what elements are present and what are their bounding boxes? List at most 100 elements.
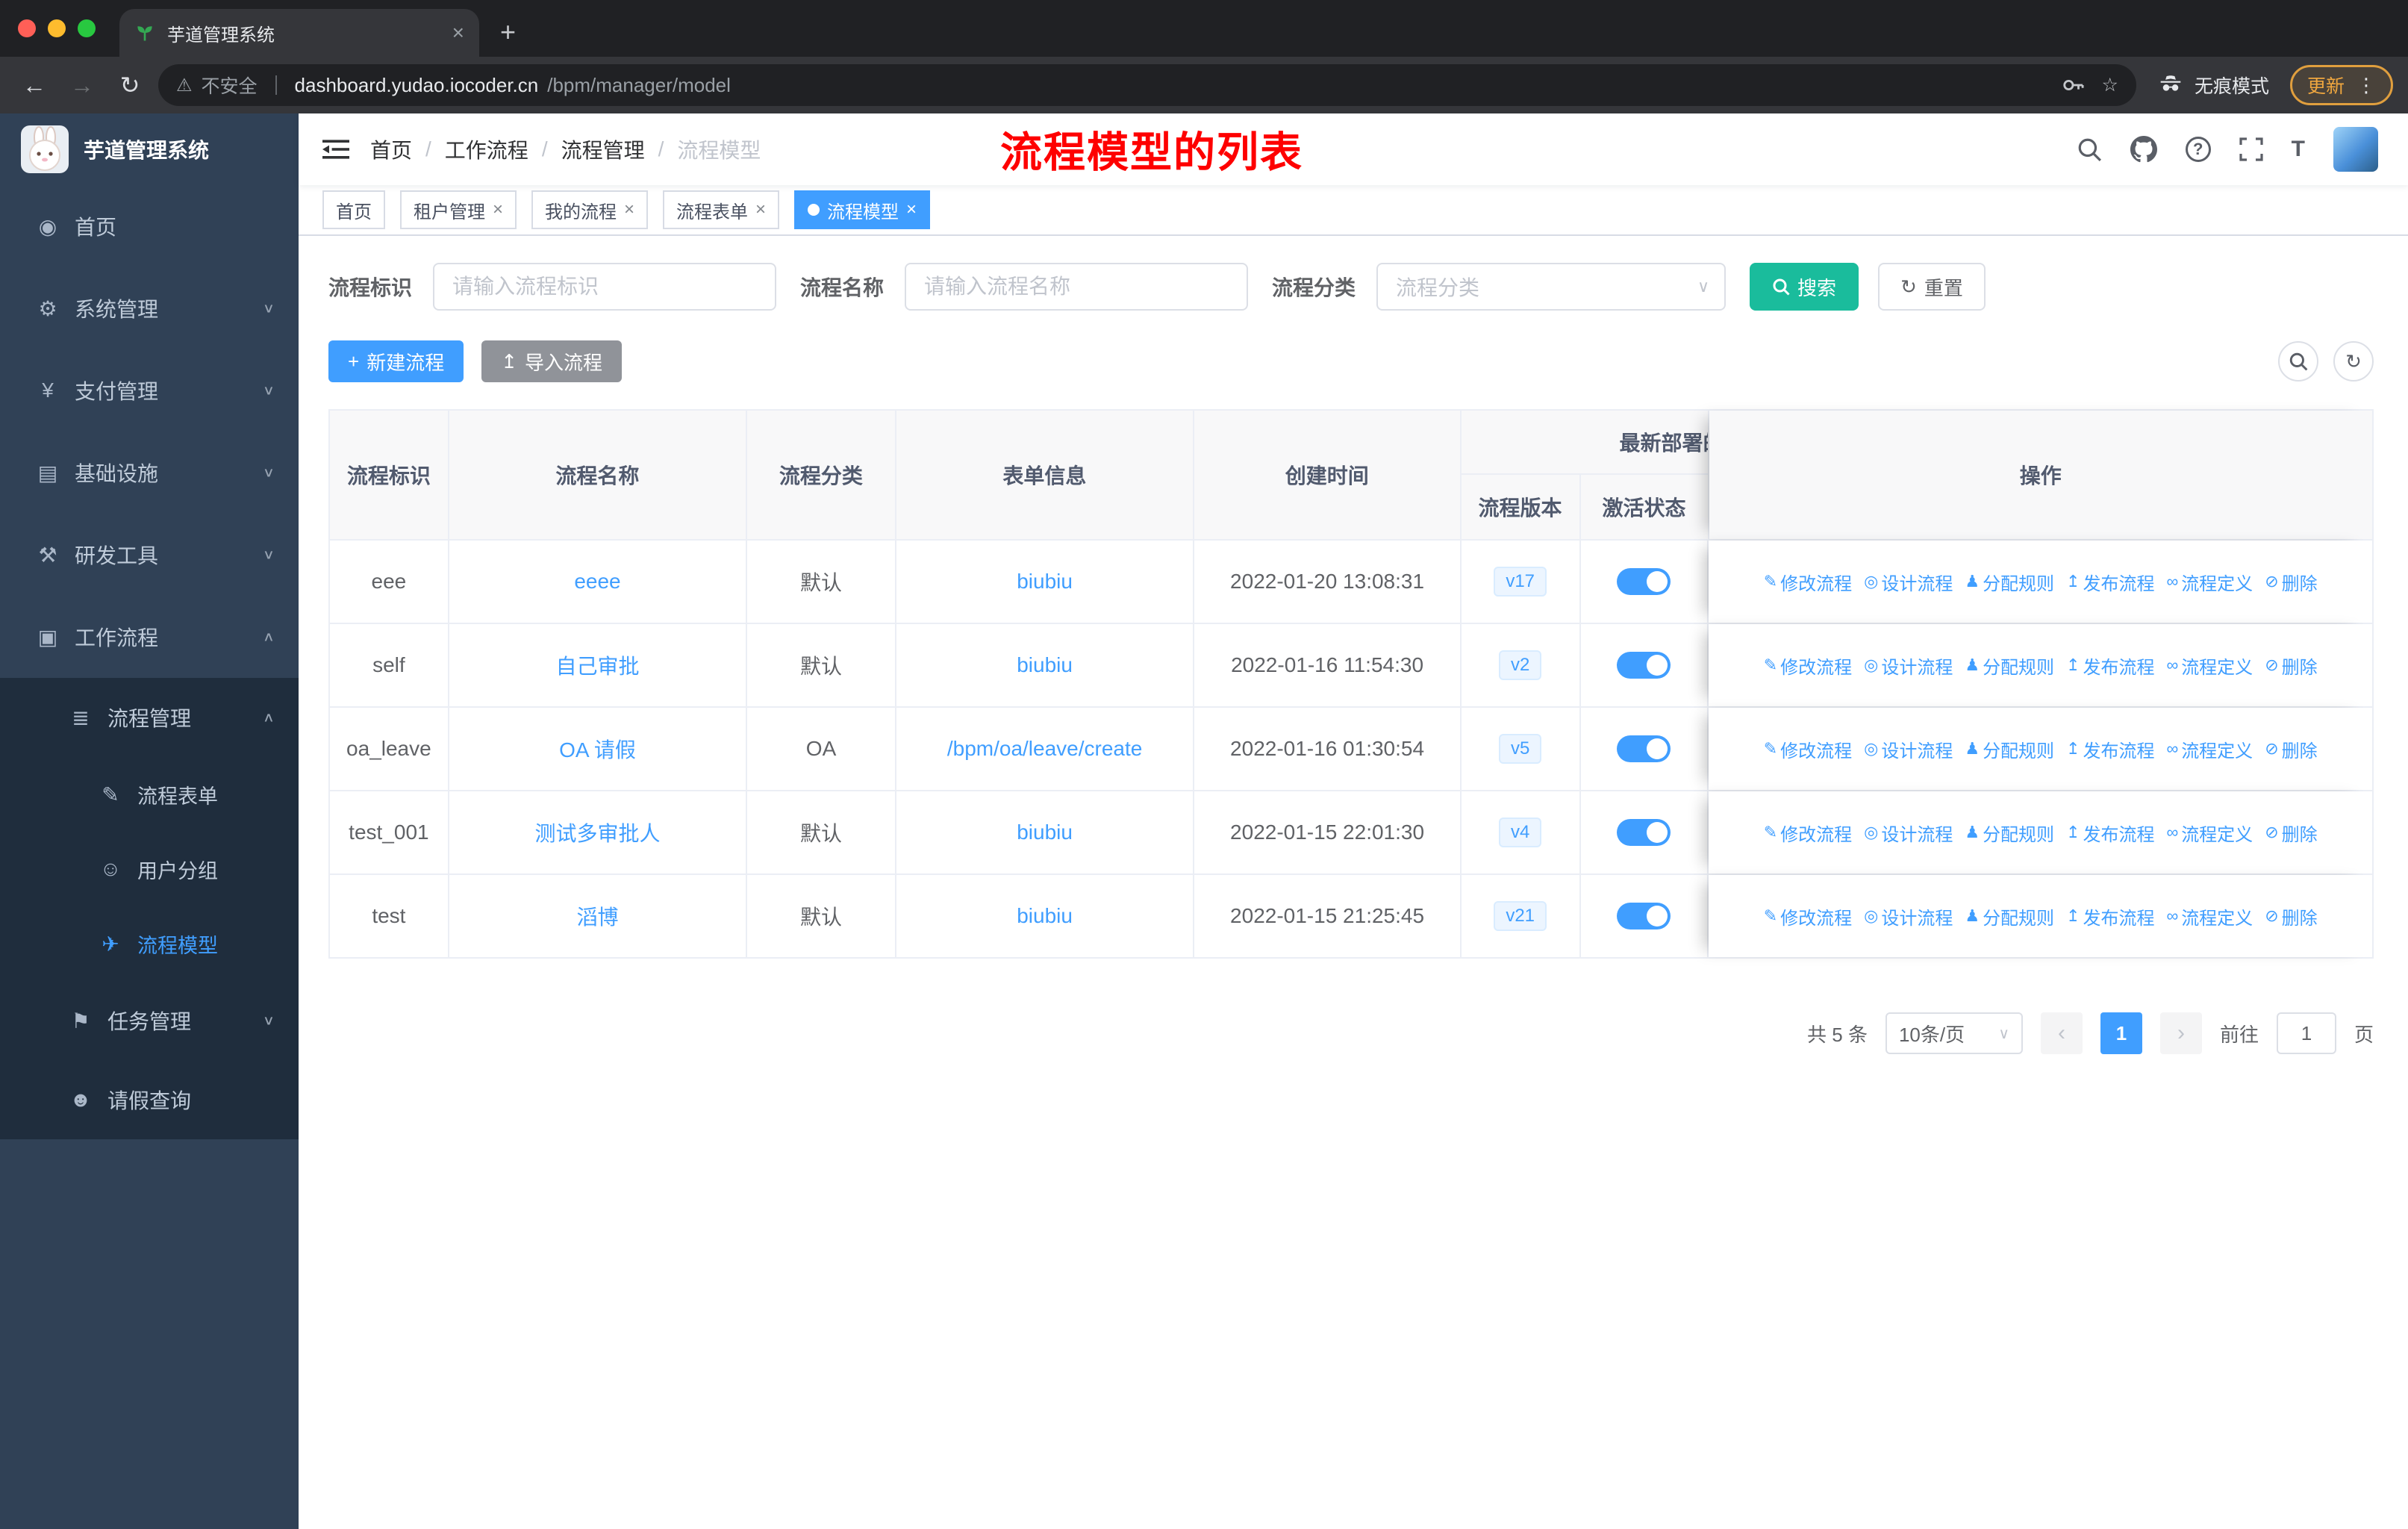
action-assign[interactable]: ♟ 分配规则 (1965, 569, 2054, 595)
sidebar-item-infrastructure[interactable]: ▤ 基础设施 ∨ (0, 432, 299, 514)
action-delete[interactable]: ⊘ 删除 (2265, 820, 2317, 846)
page-size-select[interactable]: 10条/页 ∨ (1885, 1012, 2023, 1054)
tag-close-icon[interactable]: × (755, 199, 766, 220)
action-publish[interactable]: ↥ 发布流程 (2066, 820, 2154, 846)
sidebar-item-devtools[interactable]: ⚒ 研发工具 ∨ (0, 514, 299, 596)
action-modify[interactable]: ✎ 修改流程 (1764, 736, 1852, 762)
window-minimize-button[interactable] (48, 19, 66, 37)
action-assign[interactable]: ♟ 分配规则 (1965, 653, 2054, 679)
browser-menu-icon[interactable]: ⋮ (2356, 74, 2376, 97)
forward-button[interactable]: → (63, 72, 102, 99)
action-definition[interactable]: ∞ 流程定义 (2167, 653, 2253, 679)
tag-close-icon[interactable]: × (906, 199, 917, 220)
fullscreen-icon[interactable] (2239, 137, 2263, 161)
active-toggle[interactable] (1617, 819, 1671, 846)
next-page-button[interactable]: › (2159, 1012, 2202, 1054)
tag-close-icon[interactable]: × (493, 199, 503, 220)
prev-page-button[interactable]: ‹ (2040, 1012, 2083, 1054)
current-page[interactable]: 1 (2100, 1012, 2142, 1054)
toggle-search-button[interactable] (2278, 341, 2318, 382)
action-design[interactable]: ◎ 设计流程 (1864, 569, 1953, 595)
process-name-link[interactable]: eeee (574, 570, 620, 594)
goto-page-input[interactable] (2276, 1012, 2336, 1054)
action-definition[interactable]: ∞ 流程定义 (2167, 903, 2253, 929)
action-assign[interactable]: ♟ 分配规则 (1965, 736, 2054, 762)
tag-process-model[interactable]: 流程模型 × (794, 190, 931, 229)
create-process-button[interactable]: + 新建流程 (328, 340, 464, 382)
sidebar-collapse-button[interactable] (299, 138, 370, 161)
process-id-input[interactable] (433, 263, 777, 311)
process-name-link[interactable]: 自己审批 (555, 650, 639, 680)
form-info-link[interactable]: biubiu (1017, 653, 1073, 677)
action-delete[interactable]: ⊘ 删除 (2265, 653, 2317, 679)
action-definition[interactable]: ∞ 流程定义 (2167, 569, 2253, 595)
back-button[interactable]: ← (15, 72, 54, 99)
action-definition[interactable]: ∞ 流程定义 (2167, 820, 2253, 846)
action-publish[interactable]: ↥ 发布流程 (2066, 569, 2154, 595)
process-name-link[interactable]: OA 请假 (559, 734, 636, 764)
github-icon[interactable] (2130, 136, 2157, 163)
browser-update-button[interactable]: 更新 ⋮ (2289, 65, 2393, 105)
font-size-icon[interactable]: T (2292, 137, 2305, 162)
breadcrumb-item[interactable]: 首页 (370, 134, 412, 164)
active-toggle[interactable] (1617, 568, 1671, 595)
new-tab-button[interactable]: + (500, 16, 516, 48)
action-delete[interactable]: ⊘ 删除 (2265, 569, 2317, 595)
process-name-link[interactable]: 滔博 (576, 901, 618, 931)
active-toggle[interactable] (1617, 652, 1671, 679)
reload-button[interactable]: ↻ (110, 71, 149, 99)
sidebar-item-workflow[interactable]: ▣ 工作流程 ∧ (0, 596, 299, 678)
active-toggle[interactable] (1617, 903, 1671, 929)
tag-process-form[interactable]: 流程表单 × (663, 190, 780, 229)
refresh-table-button[interactable]: ↻ (2333, 341, 2374, 382)
action-publish[interactable]: ↥ 发布流程 (2066, 653, 2154, 679)
action-modify[interactable]: ✎ 修改流程 (1764, 569, 1852, 595)
breadcrumb-item[interactable]: 工作流程 (445, 134, 528, 164)
form-info-link[interactable]: biubiu (1017, 570, 1073, 594)
action-modify[interactable]: ✎ 修改流程 (1764, 653, 1852, 679)
tab-close-icon[interactable]: × (452, 21, 464, 45)
reset-button[interactable]: ↻ 重置 (1878, 263, 1986, 311)
window-zoom-button[interactable] (78, 19, 96, 37)
address-bar[interactable]: ⚠ 不安全 dashboard.yudao.iocoder.cn /bpm/ma… (158, 64, 2136, 106)
tag-close-icon[interactable]: × (624, 199, 634, 220)
import-process-button[interactable]: ↥ 导入流程 (481, 340, 623, 382)
action-assign[interactable]: ♟ 分配规则 (1965, 903, 2054, 929)
tag-my-process[interactable]: 我的流程 × (531, 190, 649, 229)
sidebar-item-leave-query[interactable]: ☻ 请假查询 (0, 1060, 299, 1139)
action-modify[interactable]: ✎ 修改流程 (1764, 820, 1852, 846)
help-icon[interactable]: ? (2185, 137, 2211, 162)
process-name-link[interactable]: 测试多审批人 (534, 818, 660, 847)
tag-tenant[interactable]: 租户管理 × (400, 190, 517, 229)
browser-tab[interactable]: 芋道管理系统 × (119, 9, 479, 57)
action-design[interactable]: ◎ 设计流程 (1864, 736, 1953, 762)
action-design[interactable]: ◎ 设计流程 (1864, 653, 1953, 679)
category-select[interactable]: 流程分类 ∨ (1376, 263, 1727, 311)
sidebar-item-task-management[interactable]: ⚑ 任务管理 ∨ (0, 981, 299, 1060)
action-delete[interactable]: ⊘ 删除 (2265, 903, 2317, 929)
search-button[interactable]: 搜索 (1750, 263, 1859, 311)
action-publish[interactable]: ↥ 发布流程 (2066, 903, 2154, 929)
active-toggle[interactable] (1617, 735, 1671, 762)
action-modify[interactable]: ✎ 修改流程 (1764, 903, 1852, 929)
process-name-input[interactable] (905, 263, 1249, 311)
window-close-button[interactable] (18, 19, 36, 37)
action-definition[interactable]: ∞ 流程定义 (2167, 736, 2253, 762)
sidebar-item-home[interactable]: ◉ 首页 (0, 185, 299, 267)
sidebar-item-system[interactable]: ⚙ 系统管理 ∨ (0, 267, 299, 349)
password-key-icon[interactable] (2062, 74, 2084, 96)
breadcrumb-item[interactable]: 流程管理 (561, 134, 645, 164)
form-info-link[interactable]: biubiu (1017, 820, 1073, 844)
form-info-link[interactable]: /bpm/oa/leave/create (947, 737, 1143, 761)
action-design[interactable]: ◎ 设计流程 (1864, 820, 1953, 846)
user-avatar[interactable] (2333, 127, 2378, 172)
sidebar-item-process-model[interactable]: ✈ 流程模型 (0, 906, 299, 981)
sidebar-item-payment[interactable]: ¥ 支付管理 ∨ (0, 349, 299, 432)
sidebar-item-user-group[interactable]: ☺ 用户分组 (0, 832, 299, 906)
action-publish[interactable]: ↥ 发布流程 (2066, 736, 2154, 762)
tag-home[interactable]: 首页 (322, 190, 385, 229)
action-delete[interactable]: ⊘ 删除 (2265, 736, 2317, 762)
form-info-link[interactable]: biubiu (1017, 904, 1073, 928)
header-search-icon[interactable] (2077, 137, 2102, 162)
action-design[interactable]: ◎ 设计流程 (1864, 903, 1953, 929)
